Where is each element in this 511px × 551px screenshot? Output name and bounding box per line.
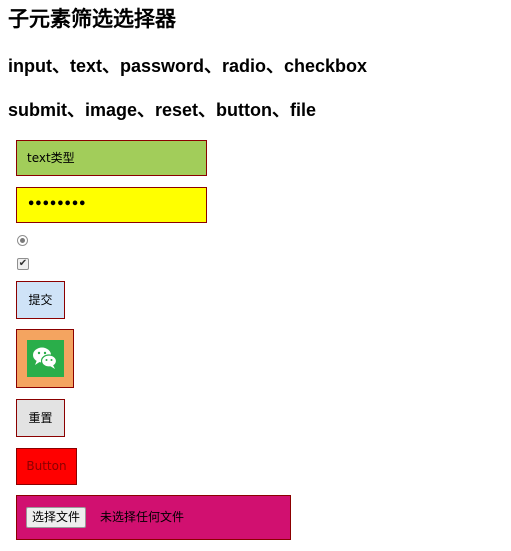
submit-button[interactable]: 提交 <box>16 281 65 319</box>
page-title: 子元素筛选选择器 <box>8 7 176 31</box>
checkbox[interactable]: ✔ <box>17 258 29 270</box>
checkmark-icon: ✔ <box>18 258 28 269</box>
wechat-icon <box>27 340 64 377</box>
file-input[interactable]: 选择文件 未选择任何文件 <box>16 495 291 540</box>
choose-file-button[interactable]: 选择文件 <box>26 507 87 528</box>
subtitle-input-types: input、text、password、radio、checkbox <box>8 56 368 76</box>
reset-button[interactable]: 重置 <box>16 399 65 437</box>
image-button[interactable] <box>16 329 74 388</box>
file-status-text: 未选择任何文件 <box>100 510 185 524</box>
radio-button[interactable] <box>17 235 28 246</box>
text-input[interactable]: text类型 <box>16 140 207 176</box>
generic-button[interactable]: Button <box>16 448 77 485</box>
subtitle-button-types: submit、image、reset、button、file <box>8 100 317 120</box>
radio-dot <box>20 238 25 243</box>
password-input[interactable]: •••••••• <box>16 187 207 223</box>
